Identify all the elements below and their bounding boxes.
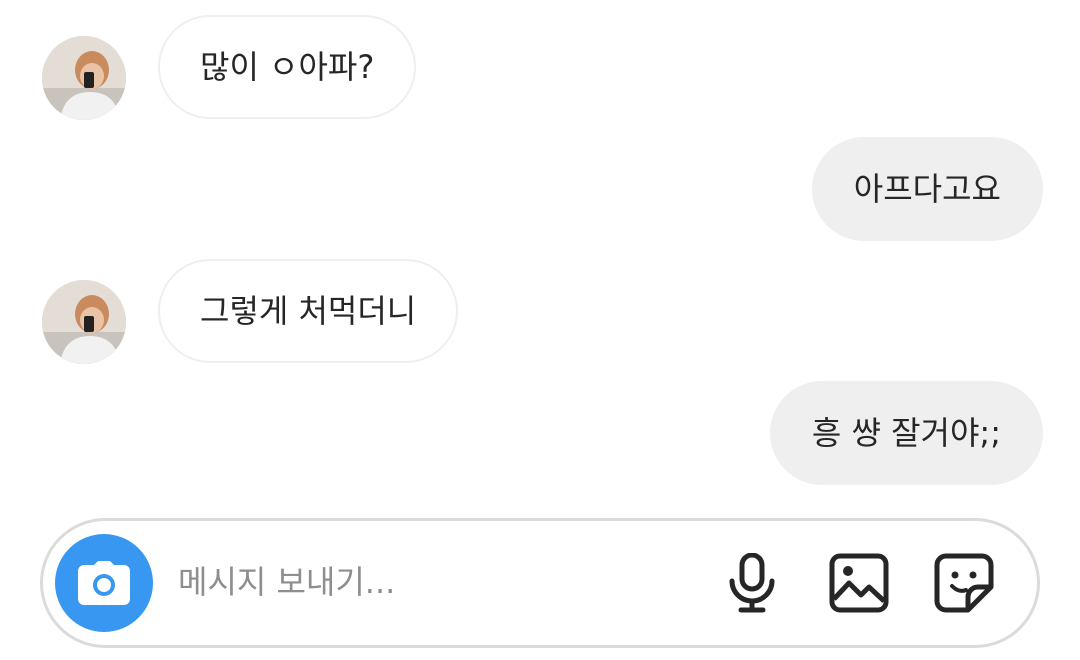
message-composer bbox=[40, 518, 1040, 648]
sticker-button[interactable] bbox=[932, 551, 996, 615]
camera-icon bbox=[78, 561, 130, 605]
image-icon bbox=[829, 553, 889, 613]
message-input[interactable] bbox=[178, 551, 678, 613]
message-text: 많이 ㅇ아파? bbox=[200, 48, 375, 86]
avatar-photo bbox=[42, 36, 126, 120]
message-text: 흥 썅 잘거야;; bbox=[811, 414, 1001, 452]
camera-button[interactable] bbox=[55, 534, 153, 632]
gallery-button[interactable] bbox=[827, 551, 891, 615]
message-bubble-outgoing[interactable]: 아프다고요 bbox=[811, 137, 1043, 241]
message-bubble-outgoing[interactable]: 흥 썅 잘거야;; bbox=[769, 381, 1043, 485]
sticker-icon bbox=[934, 553, 994, 613]
message-text: 그렇게 처먹더니 bbox=[200, 292, 417, 330]
microphone-icon bbox=[729, 553, 775, 613]
avatar-photo bbox=[42, 280, 126, 364]
message-text: 아프다고요 bbox=[853, 170, 1001, 208]
sender-avatar[interactable] bbox=[42, 36, 126, 120]
microphone-button[interactable] bbox=[720, 551, 784, 615]
message-bubble-incoming[interactable]: 많이 ㅇ아파? bbox=[158, 15, 417, 119]
sender-avatar[interactable] bbox=[42, 280, 126, 364]
message-bubble-incoming[interactable]: 그렇게 처먹더니 bbox=[158, 259, 459, 363]
